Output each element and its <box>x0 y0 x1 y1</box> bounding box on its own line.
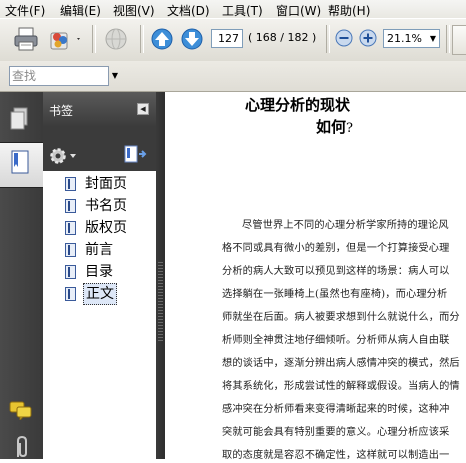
expand-bookmark-button[interactable] <box>123 144 147 166</box>
toolbar-separator <box>326 25 330 53</box>
menu-edit[interactable]: 编辑(E) <box>60 2 101 19</box>
bookmark-icon <box>65 265 76 279</box>
menu-help[interactable]: 帮助(H) <box>328 2 370 19</box>
gear-icon <box>50 148 76 164</box>
toolbar-separator <box>92 25 96 53</box>
printer-icon <box>14 27 38 51</box>
menu-view[interactable]: 视图(V) <box>113 2 155 19</box>
find-toolbar: 查找 ▼ <box>0 61 466 92</box>
share-button[interactable] <box>47 25 83 53</box>
paragraph-line: 分析的病人大致可以预见到这样的场景：病人可以 <box>222 266 450 277</box>
zoom-out-icon <box>335 29 353 47</box>
options-menu-button[interactable] <box>48 146 80 166</box>
paragraph-line: 将其系统化，形成尝试性的解释或假设。当病人的情 <box>222 381 460 392</box>
bookmarks-panel-title: 书签 <box>49 104 74 118</box>
globe-icon <box>105 28 127 50</box>
paragraph-line: 取的态度就是容忍不确定性，这样就可以制造出一 <box>222 450 450 459</box>
bookmark-page-icon <box>11 150 29 174</box>
pages-icon <box>10 107 28 130</box>
arrow-down-icon <box>181 28 203 50</box>
next-page-button[interactable] <box>180 27 204 51</box>
chapter-subtitle-mark: ? <box>346 121 353 136</box>
bookmark-label: 版权页 <box>85 220 127 236</box>
bookmark-label: 前言 <box>85 242 113 258</box>
menu-file[interactable]: 文件(F) <box>5 2 45 19</box>
paragraph-line: 格不同或具有微小的差别，但是一个打算接受心理 <box>222 243 450 254</box>
chapter-subtitle-text: 如何 <box>316 118 347 136</box>
bookmark-icon <box>65 287 76 301</box>
bookmark-icon <box>65 243 76 257</box>
bookmark-icon <box>65 221 76 235</box>
toolbar-separator <box>446 25 450 53</box>
bookmarks-panel-button[interactable] <box>0 142 43 188</box>
collapse-panel-button[interactable]: ◀ <box>137 103 149 115</box>
toolbar: 127 ( 168 / 182 ) 21.1% ▼ <box>0 18 466 62</box>
print-button[interactable] <box>12 25 40 53</box>
toolbar-separator <box>140 25 144 53</box>
comment-icon <box>9 401 32 422</box>
paragraph-line: 选择躺在一张睡椅上(虽然也有座椅)，而心理分析 <box>222 289 448 300</box>
chevron-down-icon: ▼ <box>429 34 436 43</box>
triangle-left-icon: ◀ <box>140 105 146 113</box>
paragraph-line: 尽管世界上不同的心理分析学家所持的理论风 <box>242 220 449 231</box>
attachments-panel-button[interactable] <box>12 435 32 459</box>
page-number-input[interactable]: 127 <box>211 29 243 48</box>
paragraph-line: 感冲突在分析师看来变得清晰起来的时候，这种冲 <box>222 404 450 415</box>
bookmarks-panel-header: 书签 ◀ <box>43 92 156 126</box>
chapter-title: 心理分析的现状 <box>245 96 351 114</box>
page-count: ( 168 / 182 ) <box>248 31 317 44</box>
zoom-select[interactable]: 21.1% ▼ <box>383 29 440 48</box>
paragraph-line: 师就坐在后面。病人被要求想到什么就说什么，而分 <box>222 312 460 323</box>
bookmark-expand-icon <box>124 145 147 163</box>
menu-window[interactable]: 窗口(W) <box>276 2 321 19</box>
bookmark-icon <box>65 199 76 213</box>
zoom-value: 21.1% <box>387 32 422 45</box>
bookmark-list: 封面页 书名页 版权页 前言 目录 正文 <box>43 171 156 459</box>
zoom-in-button[interactable] <box>359 29 377 47</box>
find-input[interactable]: 查找 <box>9 66 109 86</box>
panel-splitter[interactable] <box>156 92 165 459</box>
zoom-out-button[interactable] <box>335 29 353 47</box>
paragraph-line: 析师则全神贯注地仔细倾听。分析师从病人自由联 <box>222 335 450 346</box>
navigation-panel-tabs <box>0 92 43 459</box>
chapter-subtitle: 如何? <box>316 116 353 137</box>
zoom-in-icon <box>359 29 377 47</box>
paperclip-icon <box>17 435 27 458</box>
arrow-up-icon <box>151 28 173 50</box>
paragraph-line: 突就可能会具有特别重要的意义。心理分析应该采 <box>222 427 450 438</box>
document-page: 心理分析的现状 如何? 尽管世界上不同的心理分析学家所持的理论风 格不同或具有微… <box>165 92 466 459</box>
paragraph-line: 想的谈话中，逐渐分辨出病人感情冲突的模式，然后 <box>222 358 460 369</box>
share-icon <box>50 32 80 50</box>
comments-panel-button[interactable] <box>9 400 33 422</box>
previous-page-button[interactable] <box>150 27 174 51</box>
attach-button[interactable] <box>102 25 132 53</box>
menu-bar: 文件(F) 编辑(E) 视图(V) 文档(D) 工具(T) 窗口(W) 帮助(H… <box>0 0 466 18</box>
bookmarks-tools <box>43 126 156 171</box>
bookmark-label: 书名页 <box>85 198 127 214</box>
splitter-grip <box>158 262 163 342</box>
menu-tools[interactable]: 工具(T) <box>222 2 263 19</box>
bookmark-label: 目录 <box>85 264 113 280</box>
find-options-chevron-icon[interactable]: ▼ <box>109 66 121 86</box>
bookmark-label: 封面页 <box>85 176 127 192</box>
bookmark-icon <box>65 177 76 191</box>
pages-panel-button[interactable] <box>8 107 30 133</box>
bookmark-label: 正文 <box>83 283 117 305</box>
menu-document[interactable]: 文档(D) <box>167 2 210 19</box>
toolbar-overflow[interactable] <box>452 25 466 55</box>
